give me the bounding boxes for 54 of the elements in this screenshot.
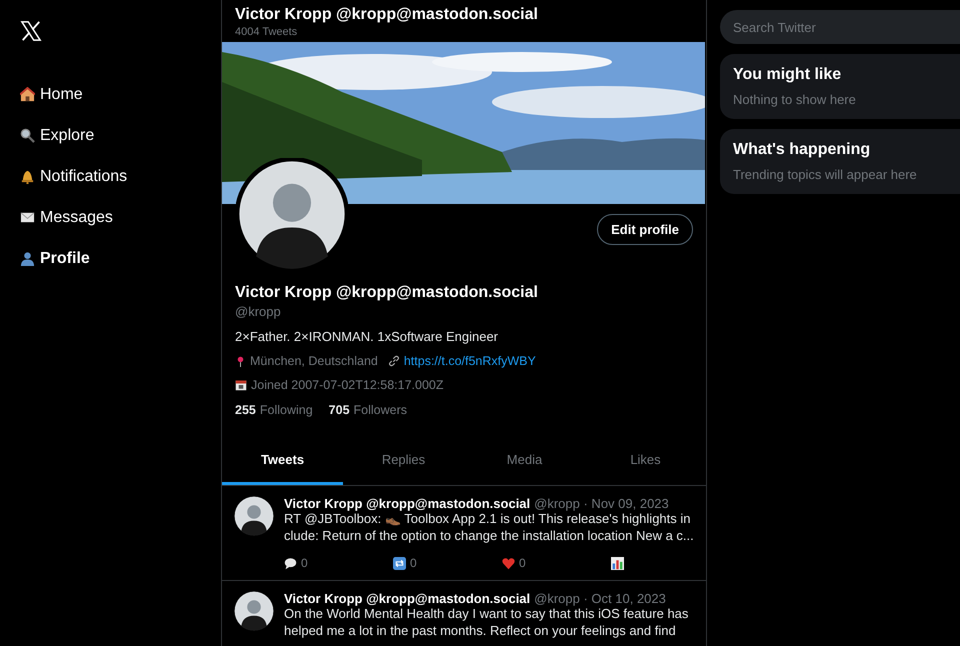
pin-icon [235, 356, 246, 366]
x-logo-icon[interactable] [20, 20, 42, 42]
edit-profile-button[interactable]: Edit profile [597, 214, 693, 245]
calendar-icon [235, 379, 247, 391]
profile-location: München, Deutschland [250, 354, 378, 368]
card-text: Nothing to show here [733, 92, 857, 107]
avatar-silhouette [234, 496, 274, 536]
retweet-button[interactable]: 0 [393, 556, 502, 570]
heart-icon [502, 556, 515, 570]
profile-tab[interactable]: Replies [343, 437, 464, 485]
nav-label: Home [40, 86, 83, 104]
speech-bubble-icon [284, 556, 297, 570]
website-link[interactable]: https://t.co/f5nRxfyWBY [404, 354, 536, 368]
envelope-icon [20, 210, 35, 225]
nav-label: Explore [40, 126, 94, 144]
house-icon [20, 87, 35, 102]
tweet-meta: @kropp · Oct 10, 2023 [534, 591, 666, 606]
nav-label: Notifications [40, 168, 128, 186]
profile-name: Victor Kropp @kropp@mastodon.social [235, 284, 539, 302]
link-icon [388, 355, 400, 367]
tweet-count: 4004 Tweets [235, 26, 298, 38]
tweet-meta: @kropp · Nov 09, 2023 [534, 496, 669, 511]
profile-tab[interactable]: Tweets [222, 437, 343, 485]
nav-label: Messages [40, 208, 113, 226]
joined-date: Joined 2007-07-02T12:58:17.000Z [251, 378, 444, 392]
header-title: Victor Kropp @kropp@mastodon.social [235, 6, 539, 24]
nav-link[interactable]: Notifications [20, 156, 128, 197]
like-button[interactable]: 0 [502, 556, 611, 570]
card-title: What's happening [733, 141, 872, 159]
nav-link[interactable]: Explore [20, 115, 94, 156]
tweet-text: RT @JBToolbox: 👞 Toolbox App 2.1 is out! This release's highlights in clude: Return of the option to change the installation location New a c... [284, 511, 695, 544]
bar-chart-icon [611, 556, 624, 570]
person-icon [20, 251, 35, 266]
tweet-author: Victor Kropp @kropp@mastodon.social [284, 496, 530, 511]
search-field[interactable]: Search Twitter [720, 10, 960, 44]
profile-bio: 2×Father. 2×IRONMAN. 1xSoftware Engineer [235, 329, 500, 344]
card-text: Trending topics will appear here [733, 167, 918, 182]
reply-button[interactable]: 0 [284, 556, 393, 570]
nav-link[interactable]: Profile [20, 238, 90, 279]
nav-label: Profile [40, 250, 90, 268]
tweet-text: On the World Mental Health day I want to say that this iOS feature has helped me a lot in the past months. Reflect on your feelings and find [284, 606, 690, 639]
profile-handle: @kropp [235, 304, 282, 319]
card-title: You might like [733, 66, 842, 84]
tweet-author: Victor Kropp @kropp@mastodon.social [284, 591, 530, 606]
followers-link[interactable]: 705 Followers [328, 403, 408, 417]
nav-link[interactable]: Home [20, 74, 83, 115]
search-icon [20, 128, 35, 143]
profile-tab[interactable]: Media [464, 437, 585, 485]
repeat-icon [393, 556, 406, 570]
profile-tab[interactable]: Likes [585, 437, 706, 485]
nav-link[interactable]: Messages [20, 197, 113, 238]
bell-icon [20, 169, 35, 184]
following-link[interactable]: 255 Following [235, 403, 313, 417]
avatar-silhouette [234, 591, 274, 631]
